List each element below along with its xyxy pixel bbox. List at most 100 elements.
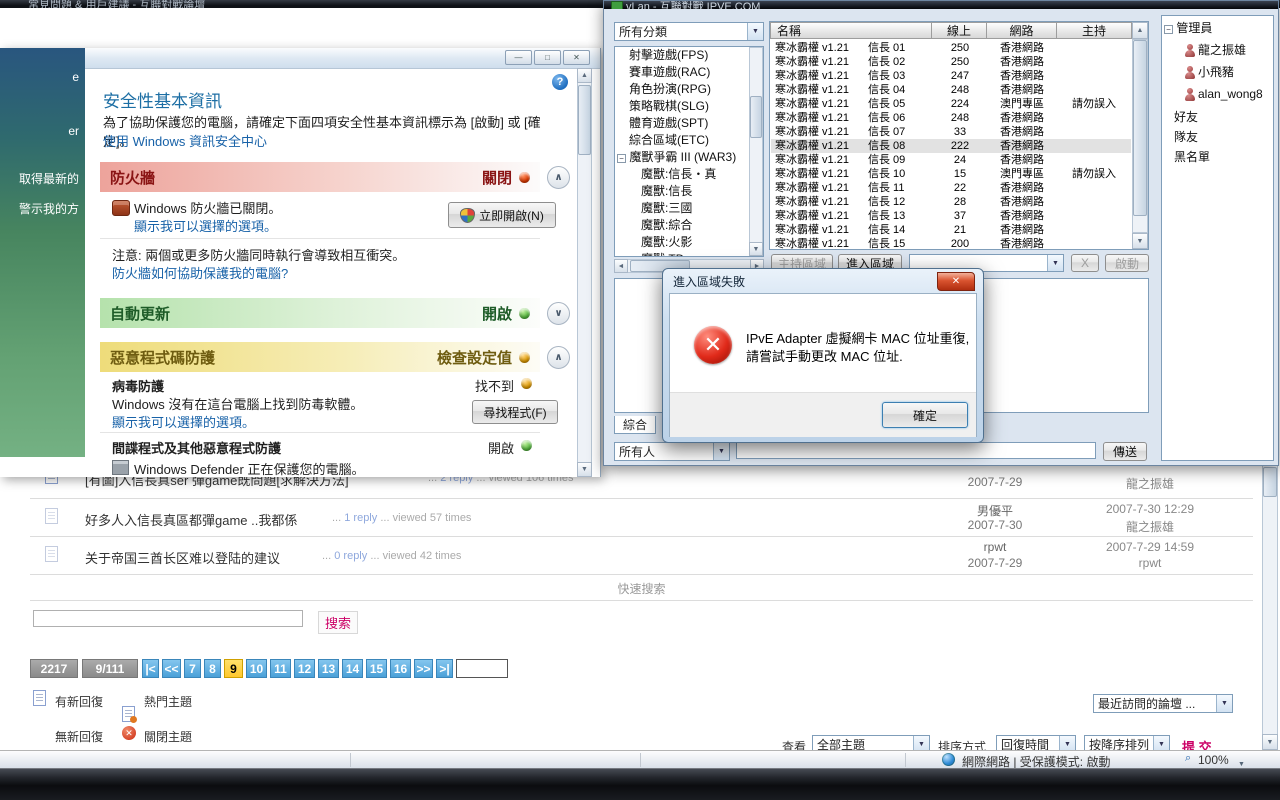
scroll-down-button[interactable]: [577, 462, 592, 477]
collapse-node-icon[interactable]: −: [1164, 25, 1173, 34]
tree-child-item[interactable]: 魔獸:信長・真: [615, 166, 763, 183]
clear-button[interactable]: X: [1071, 254, 1099, 272]
game-row[interactable]: 寒冰霸權 v1.21信長 0733香港網路: [771, 125, 1131, 139]
zoom-dropdown-arrow[interactable]: [1238, 754, 1251, 766]
column-header-name[interactable]: 名稱: [770, 22, 932, 39]
game-row[interactable]: 寒冰霸權 v1.21信長 04248香港網路: [771, 83, 1131, 97]
game-row[interactable]: 寒冰霸權 v1.21信長 1122香港網路: [771, 181, 1131, 195]
page-button[interactable]: 8: [204, 659, 221, 678]
roster-group[interactable]: 黑名單: [1162, 149, 1273, 166]
column-header-network[interactable]: 網路: [986, 22, 1057, 39]
tree-child-item[interactable]: 魔獸:信長: [615, 183, 763, 200]
virus-options-link[interactable]: 顯示我可以選擇的選項。: [112, 412, 255, 431]
sidebar-link-fragment[interactable]: 警示我的方: [19, 200, 79, 217]
tree-child-item[interactable]: 魔獸:三國: [615, 200, 763, 217]
scrollbar-thumb[interactable]: [578, 85, 591, 155]
topic-last-user[interactable]: 龍之振雄: [1090, 475, 1210, 492]
collapse-firewall-button[interactable]: [547, 166, 570, 189]
game-row[interactable]: 寒冰霸權 v1.21信長 1421香港網路: [771, 223, 1131, 237]
roster-group[interactable]: 隊友: [1162, 129, 1273, 146]
tree-scrollbar[interactable]: [749, 47, 763, 256]
tree-child-item[interactable]: 魔獸:綜合: [615, 217, 763, 234]
topic-row[interactable]: 关于帝国三酋长区难以登陆的建议 ... 0 reply ... viewed 4…: [0, 536, 1255, 574]
scroll-left-button[interactable]: [614, 259, 628, 273]
game-row[interactable]: 寒冰霸權 v1.21信長 06248香港網路: [771, 111, 1131, 125]
topic-author[interactable]: 男優平: [940, 502, 1050, 519]
tree-item[interactable]: 體育遊戲(SPT): [615, 115, 763, 132]
prev-page-button[interactable]: <<: [162, 659, 181, 678]
close-button[interactable]: [563, 50, 590, 65]
scroll-up-button[interactable]: [577, 68, 592, 83]
roster-root[interactable]: − 管理員: [1162, 20, 1273, 37]
page-button[interactable]: 15: [366, 659, 387, 678]
scroll-down-button[interactable]: [1262, 734, 1278, 750]
quick-search-input[interactable]: [33, 610, 303, 627]
page-button[interactable]: 12: [294, 659, 315, 678]
current-page-button[interactable]: 9: [224, 659, 243, 678]
last-page-button[interactable]: >|: [436, 659, 453, 678]
topic-title[interactable]: 关于帝国三酋长区难以登陆的建议: [85, 548, 280, 567]
send-button[interactable]: 傳送: [1103, 442, 1147, 461]
recent-forums-dropdown[interactable]: 最近訪問的論壇 ...: [1093, 694, 1233, 713]
game-row[interactable]: 寒冰霸權 v1.21信長 01250香港網路: [771, 41, 1131, 55]
expand-auto-update-button[interactable]: [547, 302, 570, 325]
chat-target-dropdown[interactable]: 所有人: [614, 442, 730, 461]
security-center-link[interactable]: 使用 Windows 資訊安全中心: [103, 131, 267, 150]
topic-title[interactable]: 好多人入信長真區都彈game ..我都係: [85, 510, 297, 529]
firewall-section-header[interactable]: 防火牆 關閉: [100, 162, 540, 192]
chat-tab-general[interactable]: 綜合: [614, 416, 656, 434]
page-button[interactable]: 16: [390, 659, 411, 678]
game-row[interactable]: 寒冰霸權 v1.21信長 1015澳門專區請勿誤入: [771, 167, 1131, 181]
roster-admin[interactable]: 小飛豬: [1162, 64, 1273, 81]
topic-row[interactable]: 好多人入信長真區都彈game ..我都係 ... 1 reply ... vie…: [0, 498, 1255, 536]
column-header-host[interactable]: 主持: [1056, 22, 1132, 39]
tree-item[interactable]: 策略戰棋(SLG): [615, 98, 763, 115]
scrollbar-thumb[interactable]: [750, 96, 762, 138]
firewall-options-link[interactable]: 顯示我可以選擇的選項。: [134, 216, 277, 235]
game-row[interactable]: 寒冰霸權 v1.21信長 1337香港網路: [771, 209, 1131, 223]
first-page-button[interactable]: |<: [142, 659, 159, 678]
goto-page-input[interactable]: [456, 659, 508, 678]
scroll-up-button[interactable]: [1132, 22, 1148, 39]
vlan-titlebar[interactable]: vLan - 互聯對戰 IPVE.COM: [604, 1, 1278, 9]
sidebar-link-fragment[interactable]: e: [72, 70, 79, 84]
help-icon[interactable]: ?: [552, 74, 568, 90]
scrollbar-thumb[interactable]: [1133, 40, 1147, 216]
maximize-button[interactable]: [534, 50, 561, 65]
sidebar-link-fragment[interactable]: er: [68, 124, 79, 138]
roster-admin[interactable]: 龍之振雄: [1162, 42, 1273, 59]
tree-item[interactable]: 賽車遊戲(RAC): [615, 64, 763, 81]
game-row[interactable]: 寒冰霸權 v1.21信長 1228香港網路: [771, 195, 1131, 209]
tree-item[interactable]: 射擊遊戲(FPS): [615, 47, 763, 64]
game-row[interactable]: 寒冰霸權 v1.21信長 05224澳門專區請勿誤入: [771, 97, 1131, 111]
topic-last-user[interactable]: 龍之振雄: [1090, 518, 1210, 535]
topic-author[interactable]: rpwt: [940, 540, 1050, 554]
next-page-button[interactable]: >>: [414, 659, 433, 678]
tree-child-item[interactable]: 魔獸:TD: [615, 251, 763, 257]
game-row[interactable]: 寒冰霸權 v1.21信長 03247香港網路: [771, 69, 1131, 83]
zoom-level[interactable]: 100%: [1198, 753, 1229, 767]
game-row[interactable]: 寒冰霸權 v1.21信長 0924香港網路: [771, 153, 1131, 167]
page-button[interactable]: 11: [270, 659, 291, 678]
search-button[interactable]: 搜索: [318, 611, 358, 634]
game-row-selected[interactable]: 寒冰霸權 v1.21信長 08222香港網路: [771, 139, 1131, 153]
dialog-close-button[interactable]: [937, 272, 975, 291]
chat-input[interactable]: [736, 442, 1096, 459]
minimize-button[interactable]: [505, 50, 532, 65]
scrollbar-thumb[interactable]: [1263, 467, 1277, 497]
tree-item[interactable]: 綜合區域(ETC): [615, 132, 763, 149]
firewall-help-link[interactable]: 防火牆如何協助保護我的電腦?: [112, 263, 288, 282]
page-button[interactable]: 10: [246, 659, 267, 678]
tree-item[interactable]: 角色扮演(RPG): [615, 81, 763, 98]
page-button[interactable]: 7: [184, 659, 201, 678]
enable-firewall-button[interactable]: 立即開啟(N): [448, 202, 556, 228]
game-row[interactable]: 寒冰霸權 v1.21信長 02250香港網路: [771, 55, 1131, 69]
collapse-malware-button[interactable]: [547, 346, 570, 369]
page-button[interactable]: 14: [342, 659, 363, 678]
collapse-node-icon[interactable]: −: [617, 154, 626, 163]
launch-button[interactable]: 啟動: [1105, 254, 1149, 272]
malware-section-header[interactable]: 惡意程式碼防護 檢查設定值: [100, 342, 540, 372]
column-header-online[interactable]: 線上: [931, 22, 987, 39]
tree-child-item[interactable]: 魔獸:火影: [615, 234, 763, 251]
scroll-down-button[interactable]: [1132, 233, 1148, 249]
